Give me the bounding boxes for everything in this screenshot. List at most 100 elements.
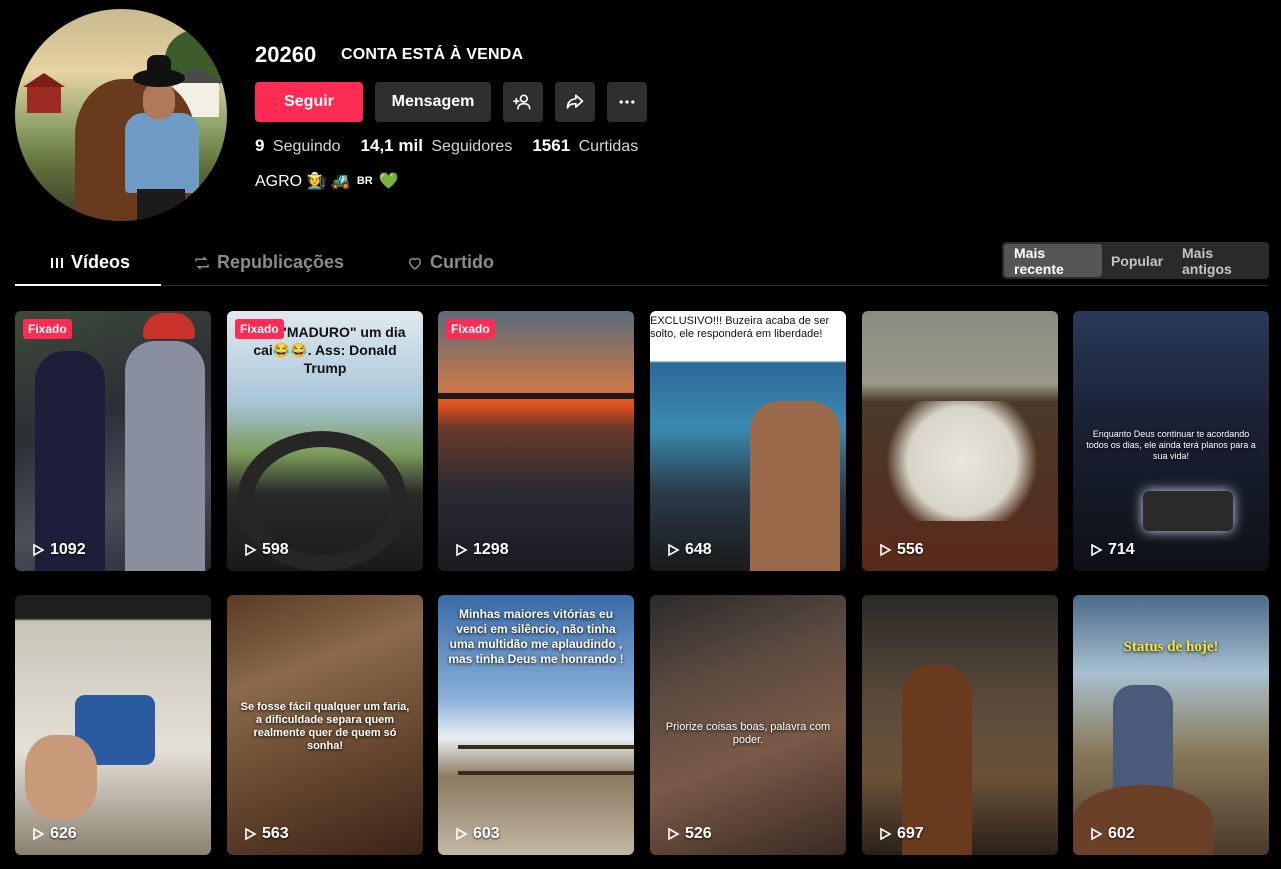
profile-header: 20260 CONTA ESTÁ À VENDA Seguir Mensagem… bbox=[0, 0, 1281, 240]
play-icon bbox=[668, 827, 680, 841]
play-icon bbox=[33, 543, 45, 557]
video-card[interactable]: fruto "MADURO" um dia cai😂😂. Ass: Donald… bbox=[227, 311, 423, 571]
video-caption: Enquanto Deus continuar te acordando tod… bbox=[1086, 429, 1256, 461]
video-card[interactable]: Minhas maiores vitórias eu venci em silê… bbox=[438, 595, 634, 855]
likes-stat: 1561 Curtidas bbox=[532, 136, 638, 156]
play-count-value: 714 bbox=[1108, 541, 1135, 558]
avatar-shirt bbox=[125, 113, 199, 193]
video-caption: Priorize coisas boas, palavra com poder. bbox=[665, 721, 831, 746]
tab-liked-label: Curtido bbox=[430, 252, 494, 272]
play-count: 603 bbox=[454, 825, 500, 843]
sort-selector: Mais recente Popular Mais antigos bbox=[1002, 242, 1269, 279]
following-stat[interactable]: 9 Seguindo bbox=[255, 136, 341, 156]
play-count: 1092 bbox=[31, 541, 86, 559]
tab-videos-label: Vídeos bbox=[71, 252, 131, 272]
thumbnail-fence bbox=[458, 745, 634, 775]
likes-count: 1561 bbox=[532, 136, 571, 155]
profile-stats: 9 Seguindo 14,1 mil Seguidores 1561 Curt… bbox=[255, 136, 638, 156]
grid-icon bbox=[51, 257, 63, 268]
play-count-value: 602 bbox=[1108, 825, 1135, 842]
bio-heart: 💚 bbox=[378, 173, 399, 190]
follow-button[interactable]: Seguir bbox=[255, 82, 363, 122]
bio: AGRO 🧑‍🌾 🚜 BR 💚 bbox=[255, 171, 399, 191]
pinned-badge: Fixado bbox=[23, 319, 72, 339]
share-button[interactable] bbox=[555, 82, 595, 122]
video-card[interactable]: Priorize coisas boas, palavra com poder.… bbox=[650, 595, 846, 855]
followers-label: Seguidores bbox=[431, 138, 513, 155]
play-count-value: 556 bbox=[897, 541, 924, 558]
video-card[interactable]: EXCLUSIVO!!! Buzeira acaba de ser solto,… bbox=[650, 311, 846, 571]
following-count: 9 bbox=[255, 136, 265, 155]
bio-text: AGRO 🧑‍🌾 🚜 bbox=[255, 173, 351, 190]
play-icon bbox=[33, 827, 45, 841]
followers-stat[interactable]: 14,1 mil Seguidores bbox=[361, 136, 513, 156]
play-icon bbox=[880, 543, 892, 557]
play-icon bbox=[456, 827, 468, 841]
play-count-value: 603 bbox=[473, 825, 500, 842]
add-friend-icon bbox=[513, 94, 531, 110]
avatar-barn bbox=[23, 73, 65, 113]
video-card[interactable]: Fixado 1092 bbox=[15, 311, 211, 571]
thumbnail-tractor bbox=[1143, 491, 1233, 531]
play-count-value: 526 bbox=[685, 825, 712, 842]
tab-reposts-label: Republicações bbox=[217, 252, 345, 272]
thumbnail-person bbox=[125, 341, 205, 571]
play-count-value: 697 bbox=[897, 825, 924, 842]
play-count: 1298 bbox=[454, 541, 509, 559]
play-count-value: 1092 bbox=[50, 541, 86, 558]
heart-outline-icon bbox=[408, 257, 422, 270]
tab-active-indicator bbox=[15, 284, 161, 286]
video-card[interactable]: Enquanto Deus continuar te acordando tod… bbox=[1073, 311, 1269, 571]
video-caption: Status de hoje! bbox=[1123, 639, 1219, 655]
video-card[interactable]: Fixado 1298 bbox=[438, 311, 634, 571]
play-count: 598 bbox=[243, 541, 289, 559]
sort-popular[interactable]: Popular bbox=[1102, 244, 1172, 277]
play-count-value: 598 bbox=[262, 541, 289, 558]
play-count: 526 bbox=[666, 825, 712, 843]
play-count: 556 bbox=[878, 541, 924, 559]
likes-label: Curtidas bbox=[578, 138, 639, 155]
tab-liked[interactable]: Curtido bbox=[406, 252, 494, 273]
thumbnail-hat bbox=[143, 313, 195, 339]
video-card[interactable]: Se fosse fácil qualquer um faria, a difi… bbox=[227, 595, 423, 855]
username: 20260 bbox=[255, 42, 317, 67]
play-count: 602 bbox=[1089, 825, 1135, 843]
play-count: 563 bbox=[243, 825, 289, 843]
video-card[interactable]: 556 bbox=[862, 311, 1058, 571]
video-caption: Minhas maiores vitórias eu venci em silê… bbox=[448, 607, 624, 666]
bio-small: BR bbox=[356, 175, 373, 187]
sort-recent[interactable]: Mais recente bbox=[1004, 244, 1102, 277]
video-card[interactable]: Status de hoje! 602 bbox=[1073, 595, 1269, 855]
sort-oldest[interactable]: Mais antigos bbox=[1172, 244, 1267, 277]
nickname: CONTA ESTÁ À VENDA bbox=[341, 46, 524, 63]
video-caption: Se fosse fácil qualquer um faria, a difi… bbox=[240, 701, 410, 752]
share-icon bbox=[566, 94, 584, 109]
add-friend-button[interactable] bbox=[503, 82, 543, 122]
thumbnail-person bbox=[750, 401, 840, 571]
avatar-face bbox=[143, 83, 175, 119]
tab-reposts[interactable]: Republicações bbox=[193, 252, 344, 273]
avatar[interactable] bbox=[15, 9, 227, 221]
repost-icon bbox=[195, 255, 209, 270]
followers-count: 14,1 mil bbox=[360, 136, 423, 155]
play-icon bbox=[1091, 827, 1103, 841]
video-card[interactable]: 697 bbox=[862, 595, 1058, 855]
avatar-hat bbox=[133, 55, 185, 87]
play-icon bbox=[456, 543, 468, 557]
more-button[interactable] bbox=[607, 82, 647, 122]
play-count-value: 648 bbox=[685, 541, 712, 558]
play-count: 626 bbox=[31, 825, 77, 843]
thumbnail-cattle bbox=[872, 401, 1052, 521]
play-count-value: 563 bbox=[262, 825, 289, 842]
thumbnail-person bbox=[35, 351, 105, 571]
tab-videos[interactable]: Vídeos bbox=[49, 252, 130, 273]
message-button[interactable]: Mensagem bbox=[375, 82, 491, 122]
thumbnail-face bbox=[25, 735, 97, 819]
thumbnail-horizon bbox=[438, 393, 634, 399]
play-count: 714 bbox=[1089, 541, 1135, 559]
video-caption: EXCLUSIVO!!! Buzeira acaba de ser solto,… bbox=[650, 315, 830, 340]
thumbnail-horse bbox=[1073, 785, 1213, 855]
video-card[interactable]: 626 bbox=[15, 595, 211, 855]
play-icon bbox=[880, 827, 892, 841]
play-count: 697 bbox=[878, 825, 924, 843]
